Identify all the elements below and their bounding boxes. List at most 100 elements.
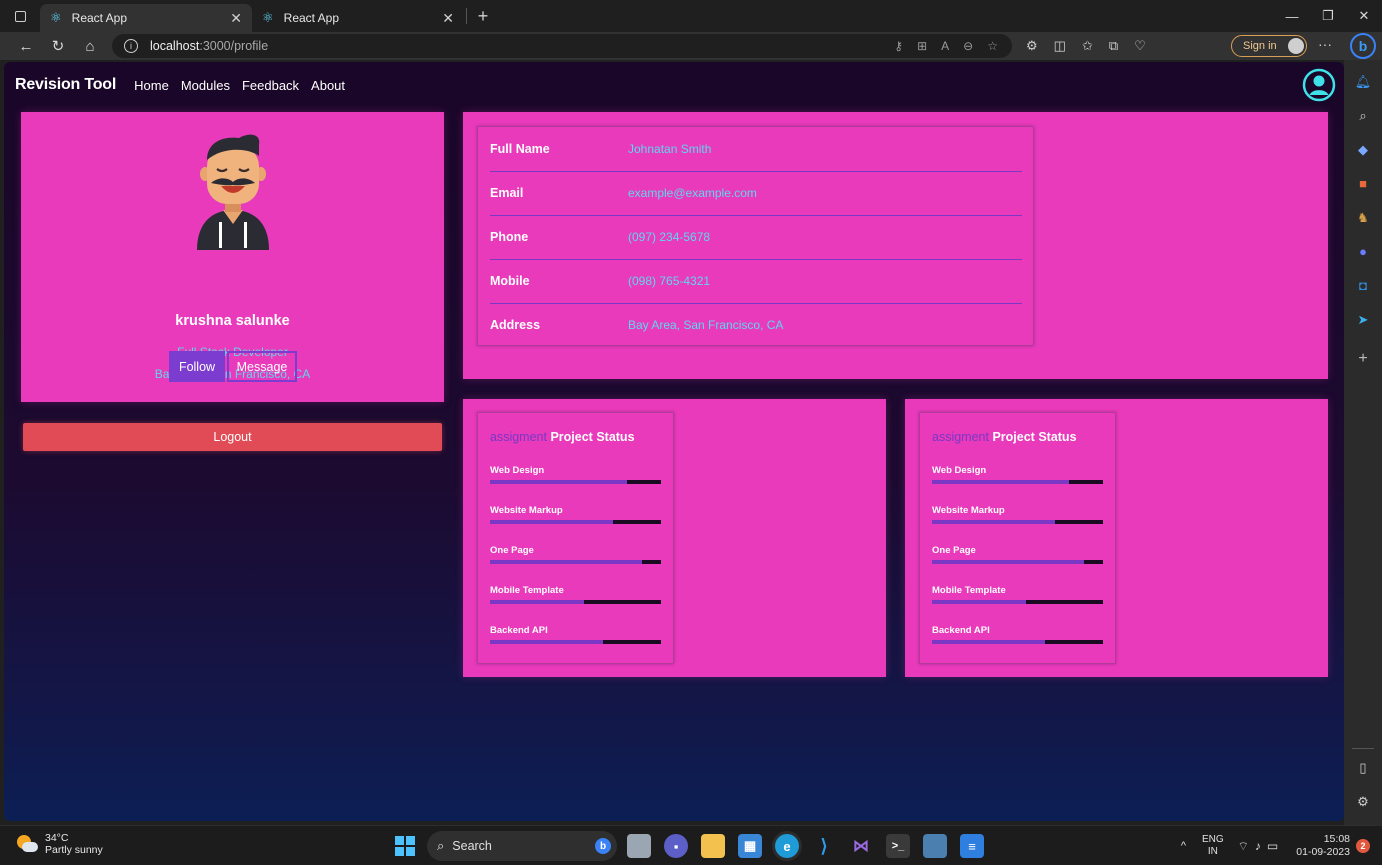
detail-value: example@example.com <box>628 186 757 200</box>
progress-fill <box>490 520 614 524</box>
progress-item: Website Markup <box>932 505 1103 524</box>
brand-logo[interactable]: Revision Tool <box>15 76 116 94</box>
detail-row: Phone (097) 234-5678 <box>490 215 1022 259</box>
detail-row: Email example@example.com <box>490 171 1022 215</box>
outlook-icon[interactable]: ◘ <box>1344 278 1382 293</box>
tools-icon[interactable]: ■ <box>1344 176 1382 191</box>
notification-badge[interactable]: 2 <box>1356 839 1370 853</box>
refresh-icon[interactable]: ↻ <box>42 37 74 55</box>
chevron-up-icon[interactable]: ^ <box>1181 840 1186 852</box>
message-button[interactable]: Message <box>227 351 297 382</box>
taskbar-search-input[interactable]: ⌕ Search b <box>427 831 617 861</box>
detail-value: (098) 765-4321 <box>628 274 711 288</box>
language-indicator[interactable]: ENG IN <box>1202 834 1224 858</box>
weather-desc: Partly sunny <box>45 844 103 856</box>
status-prefix: assigment <box>490 430 547 444</box>
microsoft-store-icon[interactable]: ▦ <box>738 834 762 858</box>
progress-fill <box>932 480 1069 484</box>
progress-fill <box>490 480 627 484</box>
weather-widget[interactable]: 34°C Partly sunny <box>16 832 103 856</box>
nav-feedback[interactable]: Feedback <box>242 78 299 93</box>
user-account-icon[interactable] <box>1302 68 1336 102</box>
edge-sidebar: 🔔︎ ⌕ ◆ ■ ♞ ● ◘ ➤ + ▯ ⚙ <box>1344 60 1382 825</box>
health-icon[interactable]: ♡ <box>1134 38 1146 54</box>
detail-row: Mobile (098) 765-4321 <box>490 259 1022 303</box>
restore-icon[interactable]: ❐ <box>1310 0 1346 32</box>
task-view-icon[interactable] <box>627 834 651 858</box>
site-info-icon[interactable]: i <box>124 39 138 53</box>
progress-track <box>932 560 1103 564</box>
tab-actions-icon[interactable] <box>0 0 40 32</box>
terminal-icon[interactable]: >_ <box>886 834 910 858</box>
windows-start-icon[interactable] <box>393 834 417 858</box>
bing-copilot-icon[interactable]: b <box>1350 33 1376 59</box>
nav-home[interactable]: Home <box>134 78 169 93</box>
detail-row: Address Bay Area, San Francisco, CA <box>490 303 1022 347</box>
new-tab-icon[interactable]: + <box>471 6 495 27</box>
nav-about[interactable]: About <box>311 78 345 93</box>
notepad-icon[interactable]: ≡ <box>960 834 984 858</box>
collections-icon[interactable]: ⧉ <box>1109 38 1118 54</box>
snipping-tool-icon[interactable] <box>923 834 947 858</box>
status-title: assigment Project Status <box>932 430 1077 444</box>
search-placeholder: Search <box>452 839 492 853</box>
browser-tab-bar: ⚛ React App ✕ ⚛ React App ✕ + — ❐ ✕ <box>0 0 1382 32</box>
app-navbar: Revision Tool Home Modules Feedback Abou… <box>4 62 1344 108</box>
tab-title: React App <box>71 11 128 25</box>
url-actions: ⚷ ⊞ A ⊖ ☆ <box>894 39 1012 53</box>
follow-button[interactable]: Follow <box>169 351 225 382</box>
minimize-icon[interactable]: — <box>1274 0 1310 32</box>
read-aloud-icon[interactable]: A <box>941 39 949 53</box>
home-icon[interactable]: ⌂ <box>74 38 106 55</box>
system-tray: ^ ENG IN ⌔♪▭ 15:08 01-09-2023 2 <box>1181 826 1382 865</box>
extensions-icon[interactable]: ⚙ <box>1026 38 1038 54</box>
clock[interactable]: 15:08 01-09-2023 <box>1296 833 1350 859</box>
shopping-tag-icon[interactable]: ◆ <box>1344 142 1382 158</box>
send-icon[interactable]: ➤ <box>1344 312 1382 328</box>
progress-label: Backend API <box>490 625 548 636</box>
back-icon[interactable]: ← <box>10 38 42 55</box>
profile-name: krushna salunke <box>175 313 290 329</box>
detail-value: Johnatan Smith <box>628 142 712 156</box>
progress-label: Website Markup <box>932 505 1005 516</box>
favorites-icon[interactable]: ✩ <box>1082 38 1093 54</box>
network-volume-battery-icons[interactable]: ⌔♪▭ <box>1238 839 1285 854</box>
url-path: :3000/profile <box>199 39 269 53</box>
visual-studio-icon[interactable]: ⋈ <box>849 834 873 858</box>
edge-browser-icon[interactable]: e <box>775 834 799 858</box>
progress-item: One Page <box>932 545 1103 564</box>
progress-item: Website Markup <box>490 505 661 524</box>
close-icon[interactable]: ✕ <box>230 10 242 27</box>
close-icon[interactable]: ✕ <box>442 10 454 27</box>
vscode-icon[interactable]: ⟩ <box>812 834 836 858</box>
sign-in-button[interactable]: Sign in <box>1231 35 1307 57</box>
hide-sidebar-icon[interactable]: ▯ <box>1344 760 1382 776</box>
file-explorer-icon[interactable] <box>701 834 725 858</box>
apps-icon[interactable]: ⊞ <box>917 39 927 53</box>
logout-button[interactable]: Logout <box>23 423 442 451</box>
nav-modules[interactable]: Modules <box>181 78 230 93</box>
split-screen-icon[interactable]: ◫ <box>1054 38 1066 54</box>
progress-fill <box>932 600 1027 604</box>
copilot-icon[interactable]: ● <box>1344 244 1382 259</box>
add-icon[interactable]: + <box>1344 350 1382 368</box>
zoom-icon[interactable]: ⊖ <box>963 39 973 53</box>
settings-gear-icon[interactable]: ⚙ <box>1344 794 1382 810</box>
key-icon[interactable]: ⚷ <box>894 39 903 53</box>
progress-fill <box>932 520 1056 524</box>
progress-item: One Page <box>490 545 661 564</box>
browser-tab-1[interactable]: ⚛ React App ✕ <box>40 4 252 32</box>
search-icon[interactable]: ⌕ <box>1344 108 1382 124</box>
more-menu-icon[interactable]: ··· <box>1318 36 1332 52</box>
browser-tab-2[interactable]: ⚛ React App ✕ <box>252 4 464 32</box>
progress-label: Web Design <box>490 465 545 476</box>
detail-value: (097) 234-5678 <box>628 230 711 244</box>
close-window-icon[interactable]: ✕ <box>1346 0 1382 32</box>
bell-icon[interactable]: 🔔︎ <box>1344 74 1382 90</box>
favorite-star-icon[interactable]: ☆ <box>987 39 998 53</box>
games-icon[interactable]: ♞ <box>1344 210 1382 226</box>
profile-avatar-icon <box>1288 38 1304 54</box>
url-field[interactable]: i localhost:3000/profile ⚷ ⊞ A ⊖ ☆ <box>112 34 1012 58</box>
tab-separator <box>466 8 467 24</box>
teams-chat-icon[interactable]: ▪ <box>664 834 688 858</box>
